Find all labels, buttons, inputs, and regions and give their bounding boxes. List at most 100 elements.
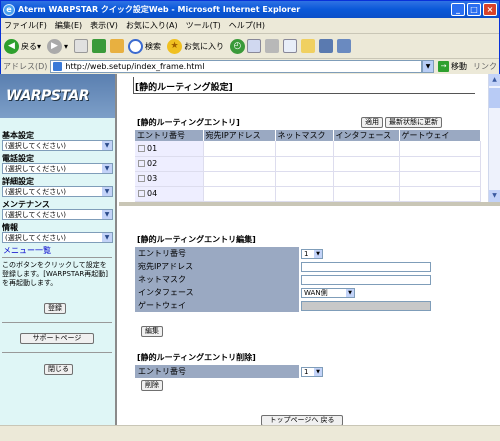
top-frame-scrollbar[interactable]: ▲ ▼: [488, 74, 500, 202]
go-button[interactable]: → 移動: [438, 61, 467, 72]
menu-edit[interactable]: 編集(E): [55, 20, 82, 31]
print-icon[interactable]: [265, 39, 280, 53]
window-title: Aterm WARPSTAR クイック設定Web - Microsoft Int…: [18, 5, 301, 14]
links-label[interactable]: リンク: [473, 61, 497, 72]
register-message: このボタンをクリックして設定を登録します。[WARPSTAR再起動]を再起動しま…: [2, 261, 109, 287]
messenger-icon[interactable]: [337, 39, 352, 53]
chevron-down-icon: ▼: [102, 210, 112, 219]
research-icon[interactable]: [319, 39, 334, 53]
title-border: [133, 77, 134, 94]
chevron-down-icon: ▼: [102, 164, 112, 173]
phone-settings-select[interactable]: (選択してください) ▼: [2, 163, 113, 174]
chevron-down-icon: ▼: [102, 141, 112, 150]
forward-button[interactable]: ▶ ▾: [47, 38, 68, 54]
table-row: 02: [135, 156, 481, 172]
section-heading: 情報: [2, 223, 18, 232]
section-heading: 詳細設定: [2, 177, 34, 186]
history-icon[interactable]: ◴: [230, 38, 246, 54]
col-interface: インタフェース: [333, 130, 400, 141]
favorites-button[interactable]: ★ お気に入り: [167, 38, 224, 54]
menu-file[interactable]: ファイル(F): [4, 20, 47, 31]
table-row: 04: [135, 186, 481, 202]
destination-ip-input[interactable]: [301, 261, 431, 272]
maintenance-select[interactable]: (選択してください) ▼: [2, 209, 113, 220]
stop-icon[interactable]: [74, 39, 89, 53]
delete-entry-select[interactable]: 1 ▼: [301, 366, 323, 377]
chevron-down-icon: ▼: [314, 367, 322, 376]
edit-icon[interactable]: [283, 39, 298, 53]
row-checkbox[interactable]: [138, 175, 145, 182]
entry-number-label: エントリ番号: [135, 247, 299, 260]
minimize-button[interactable]: _: [451, 3, 465, 16]
title-border: [133, 93, 475, 94]
menu-view[interactable]: 表示(V): [90, 20, 118, 31]
section-heading: 基本設定: [2, 131, 34, 140]
sidebar-section-advanced: 詳細設定 (選択してください) ▼: [0, 177, 115, 197]
apply-button[interactable]: 適用: [361, 117, 383, 128]
entry-list-heading: [静的ルーティングエントリ]: [137, 118, 240, 127]
edit-button[interactable]: 編集: [141, 326, 163, 337]
ie-icon: e: [3, 3, 15, 16]
close-button[interactable]: 閉じる: [44, 364, 73, 375]
delete-form: エントリ番号 1 ▼: [135, 365, 433, 378]
row-checkbox[interactable]: [138, 190, 145, 197]
interface-label: インタフェース: [135, 286, 299, 299]
edit-form: エントリ番号 1 ▼ 宛先IPアドレス ネットマスク インタフェース WAN側 ▼ ゲー…: [135, 247, 433, 312]
menu-bar: ファイル(F) 編集(E) 表示(V) お気に入り(A) ツール(T) ヘルプ(…: [1, 18, 499, 34]
maximize-button[interactable]: □: [467, 3, 481, 16]
destination-ip-label: 宛先IPアドレス: [135, 260, 299, 273]
search-icon: [128, 38, 144, 54]
row-checkbox[interactable]: [138, 144, 145, 152]
info-select[interactable]: (選択してください) ▼: [2, 232, 113, 243]
refresh-icon[interactable]: [92, 39, 107, 53]
scroll-down-icon[interactable]: ▼: [489, 190, 500, 202]
mail-icon[interactable]: [247, 39, 262, 53]
routing-list-frame: [静的ルーティング設定] [静的ルーティングエントリ] 適用 最新状態に更新 エ…: [119, 74, 488, 202]
refresh-button[interactable]: 最新状態に更新: [385, 117, 442, 128]
col-gateway: ゲートウェイ: [399, 130, 481, 141]
search-button[interactable]: 検索: [128, 38, 161, 54]
title-bar: e Aterm WARPSTAR クイック設定Web - Microsoft I…: [1, 1, 499, 18]
menu-favorites[interactable]: お気に入り(A): [126, 20, 178, 31]
gateway-input: [301, 300, 431, 311]
star-icon: ★: [167, 38, 183, 54]
gateway-label: ゲートウェイ: [135, 299, 299, 312]
sidebar-section-phone: 電話設定 (選択してください) ▼: [0, 154, 115, 174]
chevron-down-icon: ▼: [314, 249, 322, 258]
go-arrow-icon: →: [438, 61, 449, 72]
netmask-input[interactable]: [301, 274, 431, 285]
address-bar: アドレス(D) http://web.setup/index_frame.htm…: [1, 59, 499, 75]
chevron-down-icon: ▼: [102, 187, 112, 196]
sidebar-section-info: 情報 (選択してください) ▼: [0, 223, 115, 243]
col-netmask: ネットマスク: [275, 130, 334, 141]
sidebar-frame: WARPSTAR 基本設定 (選択してください) ▼ 電話設定 (選択してください…: [0, 74, 117, 425]
sidebar-section-maintenance: メンテナンス (選択してください) ▼: [0, 200, 115, 220]
section-heading: 電話設定: [2, 154, 34, 163]
address-input[interactable]: http://web.setup/index_frame.html: [50, 60, 422, 73]
close-window-button[interactable]: ×: [483, 3, 497, 16]
chevron-down-icon: ▼: [346, 288, 354, 297]
table-header: エントリ番号 宛先IPアドレス ネットマスク インタフェース ゲートウェイ: [135, 130, 481, 141]
support-page-button[interactable]: サポートページ: [20, 333, 94, 344]
menu-list-link[interactable]: メニュー一覧: [0, 245, 115, 256]
entry-number-select[interactable]: 1 ▼: [301, 248, 323, 259]
register-button[interactable]: 登録: [44, 303, 66, 314]
divider: [2, 322, 112, 323]
interface-select[interactable]: WAN側 ▼: [301, 287, 355, 298]
menu-help[interactable]: ヘルプ(H): [229, 20, 265, 31]
menu-tools[interactable]: ツール(T): [186, 20, 221, 31]
warpstar-logo: WARPSTAR: [0, 74, 115, 118]
scroll-thumb[interactable]: [489, 88, 500, 108]
home-icon[interactable]: [110, 39, 125, 53]
delete-button[interactable]: 削除: [141, 380, 163, 391]
back-button[interactable]: ◀ 戻る ▾: [4, 38, 41, 54]
col-entry-number: エントリ番号: [135, 130, 204, 141]
advanced-settings-select[interactable]: (選択してください) ▼: [2, 186, 113, 197]
delete-heading: [静的ルーティングエントリ削除]: [137, 353, 256, 362]
scroll-up-icon[interactable]: ▲: [489, 74, 500, 86]
basic-settings-select[interactable]: (選択してください) ▼: [2, 140, 113, 151]
folder-icon[interactable]: [301, 39, 316, 53]
address-dropdown-icon[interactable]: ▼: [422, 60, 434, 73]
row-checkbox[interactable]: [138, 160, 145, 167]
status-bar: [0, 425, 500, 441]
